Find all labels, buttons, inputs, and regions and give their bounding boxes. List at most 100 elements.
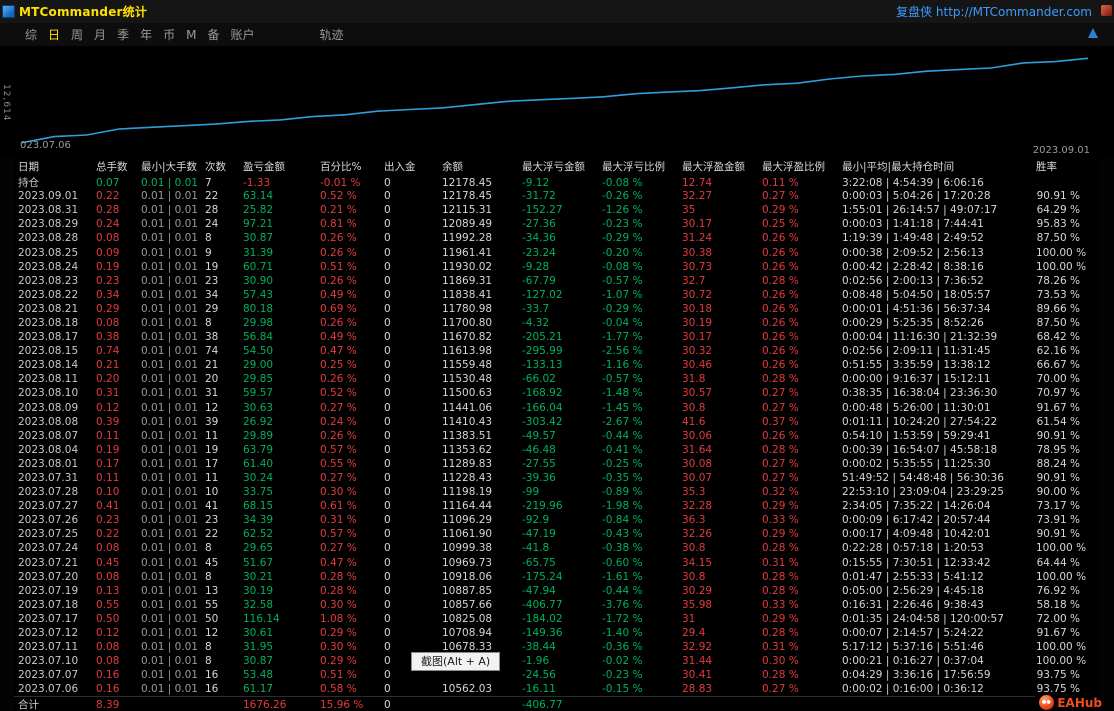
table-row-2023-08-25[interactable]: 2023.08.25 0.09 0.01 | 0.01 9 31.39 0.26 % 0 11…	[14, 245, 1100, 259]
table-row-2023-08-01[interactable]: 2023.08.01 0.17 0.01 | 0.01 17 61.40 0.55 % 0 1…	[14, 457, 1100, 471]
table-row-2023-08-29[interactable]: 2023.08.29 0.24 0.01 | 0.01 24 97.21 0.81 % 0 1…	[14, 217, 1100, 231]
table-row-2023-08-04[interactable]: 2023.08.04 0.19 0.01 | 0.01 19 63.79 0.57 % 0 1…	[14, 443, 1100, 457]
table-row-2023-07-18[interactable]: 2023.07.18 0.55 0.01 | 0.01 55 32.58 0.30 % 0 1…	[14, 598, 1100, 612]
table-row-2023-08-23[interactable]: 2023.08.23 0.23 0.01 | 0.01 23 30.90 0.26 % 0 1…	[14, 274, 1100, 288]
column-header-max-float-loss[interactable]: 最大浮亏金额	[522, 159, 602, 174]
cell-date: 2023.08.08	[18, 415, 79, 428]
table-row-2023-08-31[interactable]: 2023.08.31 0.28 0.01 | 0.01 28 25.82 0.21 % 0 1…	[14, 203, 1100, 217]
table-row-2023-08-28[interactable]: 2023.08.28 0.08 0.01 | 0.01 8 30.87 0.26 % 0 11…	[14, 231, 1100, 245]
column-header-holding-time[interactable]: 最小|平均|最大持仓时间	[842, 159, 1036, 174]
table-row-2023-07-28[interactable]: 2023.07.28 0.10 0.01 | 0.01 10 33.75 0.30 % 0 1…	[14, 485, 1100, 499]
menu-item-yue[interactable]: 月	[94, 26, 106, 43]
table-row-2023-07-31[interactable]: 2023.07.31 0.11 0.01 | 0.01 11 30.24 0.27 % 0 1…	[14, 471, 1100, 485]
table-row-2023-07-21[interactable]: 2023.07.21 0.45 0.01 | 0.01 45 51.67 0.47 % 0 1…	[14, 556, 1100, 570]
column-header-profit[interactable]: 盈亏金额	[243, 159, 320, 174]
cell-profit: 30.90	[243, 274, 274, 287]
column-header-win-rate[interactable]: 胜率	[1036, 159, 1098, 174]
table-row-2023-08-21[interactable]: 2023.08.21 0.29 0.01 | 0.01 29 80.18 0.69 % 0 1…	[14, 302, 1100, 316]
column-header-total-lots[interactable]: 总手数	[96, 159, 141, 174]
cell-balance: 10708.94	[442, 627, 493, 640]
table-row-2023-08-15[interactable]: 2023.08.15 0.74 0.01 | 0.01 74 54.50 0.47 % 0 1…	[14, 344, 1100, 358]
cell-max-float-loss: -47.94	[522, 584, 556, 597]
column-header-max-float-loss-pct[interactable]: 最大浮亏比例	[602, 159, 682, 174]
cell-max-float-profit: 30.46	[682, 359, 713, 372]
menu-item-guiji[interactable]: 轨迹	[320, 26, 344, 43]
cell-deposit-withdrawal: 0	[384, 401, 391, 414]
table-row-position[interactable]: 持仓 0.07 0.01 | 0.01 7 -1.33 -0.01 % 0 12178.45 -…	[14, 175, 1100, 190]
table-row-2023-09-01[interactable]: 2023.09.01 0.22 0.01 | 0.01 22 63.14 0.52 % 0 1…	[14, 189, 1100, 203]
table-row-2023-07-12[interactable]: 2023.07.12 0.12 0.01 | 0.01 12 30.61 0.29 % 0 1…	[14, 626, 1100, 640]
cell-date: 2023.07.28	[18, 486, 79, 499]
menu-item-zhou[interactable]: 周	[71, 26, 83, 43]
table-row-2023-07-11[interactable]: 2023.07.11 0.08 0.01 | 0.01 8 31.95 0.30 % 0 10…	[14, 640, 1100, 654]
table-row-2023-08-14[interactable]: 2023.08.14 0.21 0.01 | 0.01 21 29.00 0.25 % 0 1…	[14, 358, 1100, 372]
column-header-balance[interactable]: 余额	[442, 159, 522, 174]
menu-item-nian[interactable]: 年	[140, 26, 152, 43]
cell-percent: 0.30 %	[320, 598, 357, 611]
cell-total-lots: 0.24	[96, 218, 120, 231]
cell-percent: 0.49 %	[320, 331, 357, 344]
website-link[interactable]: 复盘侠 http://MTCommander.com	[896, 3, 1114, 20]
table-row-2023-07-25[interactable]: 2023.07.25 0.22 0.01 | 0.01 22 62.52 0.57 % 0 1…	[14, 527, 1100, 541]
column-header-count[interactable]: 次数	[205, 159, 243, 174]
table-row-2023-08-18[interactable]: 2023.08.18 0.08 0.01 | 0.01 8 29.98 0.26 % 0 11…	[14, 316, 1100, 330]
table-row-2023-07-07[interactable]: 2023.07.07 0.16 0.01 | 0.01 16 53.48 0.51 % 0 -…	[14, 668, 1100, 682]
column-header-deposit-withdrawal[interactable]: 出入金	[384, 159, 442, 174]
cell-max-float-loss-pct: -1.26 %	[602, 204, 643, 217]
cell-profit: 31.39	[243, 246, 274, 259]
cell-deposit-withdrawal: 0	[384, 302, 391, 315]
table-row-2023-08-11[interactable]: 2023.08.11 0.20 0.01 | 0.01 20 29.85 0.26 % 0 1…	[14, 372, 1100, 386]
table-row-2023-07-20[interactable]: 2023.07.20 0.08 0.01 | 0.01 8 30.21 0.28 % 0 10…	[14, 570, 1100, 584]
table-row-2023-07-27[interactable]: 2023.07.27 0.41 0.01 | 0.01 41 68.15 0.61 % 0 1…	[14, 499, 1100, 513]
cell-max-float-loss: -33.7	[522, 302, 550, 315]
menu-item-zhanghu[interactable]: 账户	[230, 26, 254, 43]
column-header-max-float-profit-pct[interactable]: 最大浮盈比例	[762, 159, 842, 174]
menu-item-bi[interactable]: 币	[163, 26, 175, 43]
cell-max-float-profit: 30.06	[682, 429, 713, 442]
cell-win-rate: 100.00 %	[1036, 260, 1087, 273]
table-row-total[interactable]: 合计 8.39 1676.26 15.96 % 0 -406.77	[14, 696, 1100, 711]
cell-win-rate: 73.53 %	[1036, 288, 1080, 301]
cell-max-float-profit-pct: 0.29 %	[762, 528, 799, 541]
cell-date: 2023.07.11	[18, 641, 79, 654]
table-row-2023-08-09[interactable]: 2023.08.09 0.12 0.01 | 0.01 12 30.63 0.27 % 0 1…	[14, 401, 1100, 415]
eahub-logo[interactable]: EAHub	[1035, 695, 1102, 710]
cell-max-float-loss: -41.8	[522, 542, 550, 555]
cell-min-max-lots: 0.01 | 0.01	[141, 387, 198, 400]
cell-holding-time: 0:16:31 | 2:26:46 | 9:38:43	[842, 598, 984, 611]
menu-item-zong[interactable]: 综	[25, 26, 37, 43]
cell-total-lots: 0.08	[96, 232, 120, 245]
menu-item-ri[interactable]: 日	[48, 26, 60, 43]
menu-item-ji[interactable]: 季	[117, 26, 129, 43]
menu-item-bei[interactable]: 备	[207, 26, 219, 43]
table-row-2023-08-08[interactable]: 2023.08.08 0.39 0.01 | 0.01 39 26.92 0.24 % 0 1…	[14, 415, 1100, 429]
table-row-2023-07-17[interactable]: 2023.07.17 0.50 0.01 | 0.01 50 116.14 1.08 % 0…	[14, 612, 1100, 626]
table-row-2023-08-07[interactable]: 2023.08.07 0.11 0.01 | 0.01 11 29.89 0.26 % 0 1…	[14, 429, 1100, 443]
table-row-2023-08-22[interactable]: 2023.08.22 0.34 0.01 | 0.01 34 57.43 0.49 % 0 1…	[14, 288, 1100, 302]
equity-chart[interactable]: 12,614 023.07.06 2023.09.01	[0, 46, 1114, 158]
menu-item-m[interactable]: M	[186, 28, 196, 42]
table-row-2023-07-26[interactable]: 2023.07.26 0.23 0.01 | 0.01 23 34.39 0.31 % 0 1…	[14, 513, 1100, 527]
column-header-min-max-lots[interactable]: 最小|大手数	[141, 159, 205, 174]
table-row-2023-08-24[interactable]: 2023.08.24 0.19 0.01 | 0.01 19 60.71 0.51 % 0 1…	[14, 260, 1100, 274]
table-row-2023-07-10[interactable]: 2023.07.10 0.08 0.01 | 0.01 8 30.87 0.29 % 0 -1…	[14, 654, 1100, 668]
cell-max-float-profit: 30.38	[682, 246, 713, 259]
cell-profit: 29.00	[243, 359, 274, 372]
cell-profit: 59.57	[243, 387, 274, 400]
cell-max-float-loss: -175.24	[522, 570, 563, 583]
table-row-2023-07-19[interactable]: 2023.07.19 0.13 0.01 | 0.01 13 30.19 0.28 % 0 1…	[14, 584, 1100, 598]
table-row-2023-07-06[interactable]: 2023.07.06 0.16 0.01 | 0.01 16 61.17 0.58 % 0 1…	[14, 682, 1100, 696]
column-header-max-float-profit[interactable]: 最大浮盈金额	[682, 159, 762, 174]
table-row-2023-07-24[interactable]: 2023.07.24 0.08 0.01 | 0.01 8 29.65 0.27 % 0 10…	[14, 541, 1100, 555]
table-row-2023-08-17[interactable]: 2023.08.17 0.38 0.01 | 0.01 38 56.84 0.49 % 0 1…	[14, 330, 1100, 344]
cell-percent: 0.52 %	[320, 387, 357, 400]
cell-count: 74	[205, 345, 219, 358]
titlebar-corner-icon[interactable]	[1101, 5, 1112, 16]
cell-count: 21	[205, 359, 219, 372]
column-header-percent[interactable]: 百分比%	[320, 159, 384, 174]
cell-deposit-withdrawal: 0	[384, 246, 391, 259]
table-row-2023-08-10[interactable]: 2023.08.10 0.31 0.01 | 0.01 31 59.57 0.52 % 0 1…	[14, 386, 1100, 400]
cell-min-max-lots: 0.01 | 0.01	[141, 260, 198, 273]
column-header-date[interactable]: 日期	[18, 159, 96, 174]
cell-max-float-loss-pct: -2.67 %	[602, 415, 643, 428]
